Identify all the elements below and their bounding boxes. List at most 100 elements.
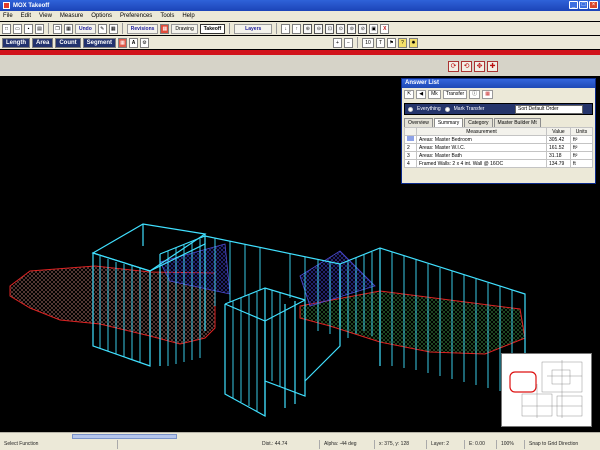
segment-button[interactable]: Segment <box>82 37 117 48</box>
title-bar: MOX Takeoff _ □ × <box>0 0 600 11</box>
length-button[interactable]: Length <box>2 37 30 48</box>
mark-transfer-radio[interactable] <box>444 106 450 112</box>
copy-icon[interactable]: ❐ <box>53 23 62 34</box>
viewport-marker <box>509 371 537 393</box>
print-icon[interactable]: ▤ <box>35 23 44 34</box>
new-file-icon[interactable]: □ <box>2 23 11 34</box>
table-row[interactable]: 2 Areas: Master W.I.C. 161.52 ft² <box>404 143 593 152</box>
zoom-fit-icon[interactable]: ⊙ <box>336 23 346 34</box>
info-icon[interactable]: ⓘ <box>469 90 481 99</box>
everything-label: Everything <box>417 106 441 112</box>
table-row[interactable]: 4 Framed Walls: 2 x 4 int. Wall @ 16OC 1… <box>404 159 593 168</box>
row-name: Framed Walls: 2 x 4 int. Wall @ 16OC <box>416 159 547 168</box>
save-icon[interactable]: ▪ <box>24 23 33 34</box>
menu-measure[interactable]: Measure <box>60 13 83 19</box>
menu-view[interactable]: View <box>39 13 52 19</box>
rotate-cw-icon[interactable]: ⟳ <box>448 61 459 72</box>
minimize-button[interactable]: _ <box>569 1 578 9</box>
table-row[interactable]: Areas: Master Bedroom 305.42 ft² <box>404 135 593 144</box>
font-size-icon[interactable]: T <box>376 37 386 48</box>
row-name: Areas: Master Bath <box>416 151 547 160</box>
image-icon[interactable]: ▦ <box>64 23 73 34</box>
arrow-down-icon[interactable]: ↓ <box>281 23 291 34</box>
table-row[interactable]: 3 Areas: Master Bath 31.18 ft² <box>404 151 593 160</box>
tab-master-builder[interactable]: Master Builder Mt <box>493 118 541 127</box>
arrow-up-icon[interactable]: ↑ <box>292 23 302 34</box>
tab-overview[interactable]: Overview <box>404 118 433 127</box>
menu-edit[interactable]: Edit <box>21 13 31 19</box>
zoom-in-icon[interactable]: ⊕ <box>303 23 313 34</box>
zoom-value-field[interactable]: 10 <box>362 37 375 48</box>
col-value[interactable]: Value <box>546 127 571 136</box>
panel-tabs: Overview Summary Category Master Builder… <box>404 118 593 127</box>
overview-thumbnail[interactable] <box>501 353 592 427</box>
horizontal-scrollbar[interactable] <box>0 432 600 439</box>
menu-help[interactable]: Help <box>182 13 194 19</box>
row-value: 161.52 <box>546 143 571 152</box>
tab-category[interactable]: Category <box>464 118 493 127</box>
layers-button[interactable]: Layers <box>234 23 273 34</box>
revision-grid-icon[interactable]: ▦ <box>160 23 170 34</box>
settings-icon[interactable]: ⚙ <box>140 37 150 48</box>
mark-transfer-label: Mark Transfer <box>453 106 485 112</box>
main-toolbar: □ ▭ ▪ ▤ ❐ ▦ Undo ✎ ▦ Revisions ▦ Drawing… <box>0 22 600 35</box>
menu-file[interactable]: File <box>3 13 13 19</box>
status-layer: Layer: 2 <box>427 440 465 449</box>
menu-bar: File Edit View Measure Options Preferenc… <box>0 11 600 21</box>
help-icon[interactable]: ? <box>398 37 408 48</box>
center-icon[interactable]: ✚ <box>487 61 498 72</box>
drawing-tab[interactable]: Drawing <box>171 23 198 34</box>
everything-radio[interactable] <box>408 106 413 112</box>
row-name: Areas: Master Bedroom <box>416 135 547 144</box>
flag-icon[interactable]: ⚑ <box>387 37 397 48</box>
palette-icon[interactable]: ▦ <box>118 37 128 48</box>
row-unit: ft <box>570 159 593 168</box>
transfer-button[interactable]: Transfer <box>442 90 468 99</box>
grid-icon[interactable]: ▦ <box>108 23 118 34</box>
pan-icon[interactable]: ✥ <box>474 61 485 72</box>
panel-toolbar: ⇱ ◀ Mk Transfer ⓘ ▦ <box>402 88 595 101</box>
status-zoom: 100% <box>497 440 525 449</box>
area-button[interactable]: Area <box>32 37 54 48</box>
cancel-icon[interactable]: X <box>380 23 390 34</box>
layer-view-icon[interactable]: ▣ <box>369 23 379 34</box>
takeoff-tab[interactable]: Takeoff <box>199 23 226 34</box>
menu-preferences[interactable]: Preferences <box>120 13 152 19</box>
lightbulb-icon[interactable]: ✹ <box>409 37 419 48</box>
rotate-ccw-icon[interactable]: ⟲ <box>461 61 472 72</box>
undo-button[interactable]: Undo <box>75 23 96 34</box>
measurement-table: Measurement Value Units Areas: Master Be… <box>404 127 593 168</box>
sort-order-select[interactable]: Sort Default Order <box>515 104 583 114</box>
pencil-icon[interactable]: ✎ <box>97 23 107 34</box>
row-unit: ft² <box>570 143 593 152</box>
table-header: Measurement Value Units <box>404 127 593 136</box>
panel-title: Answer List <box>402 79 595 88</box>
status-coords: x: 375, y: 128 <box>375 440 427 449</box>
zoom-width-icon[interactable]: ⊘ <box>358 23 368 34</box>
status-distance: Dist.: 44.74 <box>258 440 320 449</box>
zoom-out-icon[interactable]: ⊖ <box>314 23 324 34</box>
zoom-window-icon[interactable]: ⊡ <box>325 23 335 34</box>
plus-icon[interactable]: + <box>333 37 343 48</box>
row-value: 31.18 <box>546 151 571 160</box>
revisions-button[interactable]: Revisions <box>126 23 159 34</box>
col-measurement[interactable]: Measurement <box>416 127 547 136</box>
minus-icon[interactable]: − <box>344 37 354 48</box>
count-button[interactable]: Count <box>55 37 81 48</box>
window-title: MOX Takeoff <box>13 2 50 9</box>
zoom-page-icon[interactable]: ⊚ <box>347 23 357 34</box>
open-folder-icon[interactable]: ▭ <box>13 23 22 34</box>
palette-icon-small[interactable]: ▦ <box>482 90 493 99</box>
text-icon[interactable]: A <box>129 37 139 48</box>
tab-summary[interactable]: Summary <box>433 118 464 127</box>
status-e: E: 0.00 <box>465 440 497 449</box>
back-icon[interactable]: ◀ <box>416 90 427 99</box>
menu-options[interactable]: Options <box>91 13 112 19</box>
menu-tools[interactable]: Tools <box>160 13 174 19</box>
col-units[interactable]: Units <box>570 127 593 136</box>
maximize-button[interactable]: □ <box>579 1 588 9</box>
row-id: 2 <box>404 143 417 152</box>
pin-icon[interactable]: ⇱ <box>404 90 415 99</box>
close-button[interactable]: × <box>589 1 598 9</box>
mk-button[interactable]: Mk <box>428 90 441 99</box>
